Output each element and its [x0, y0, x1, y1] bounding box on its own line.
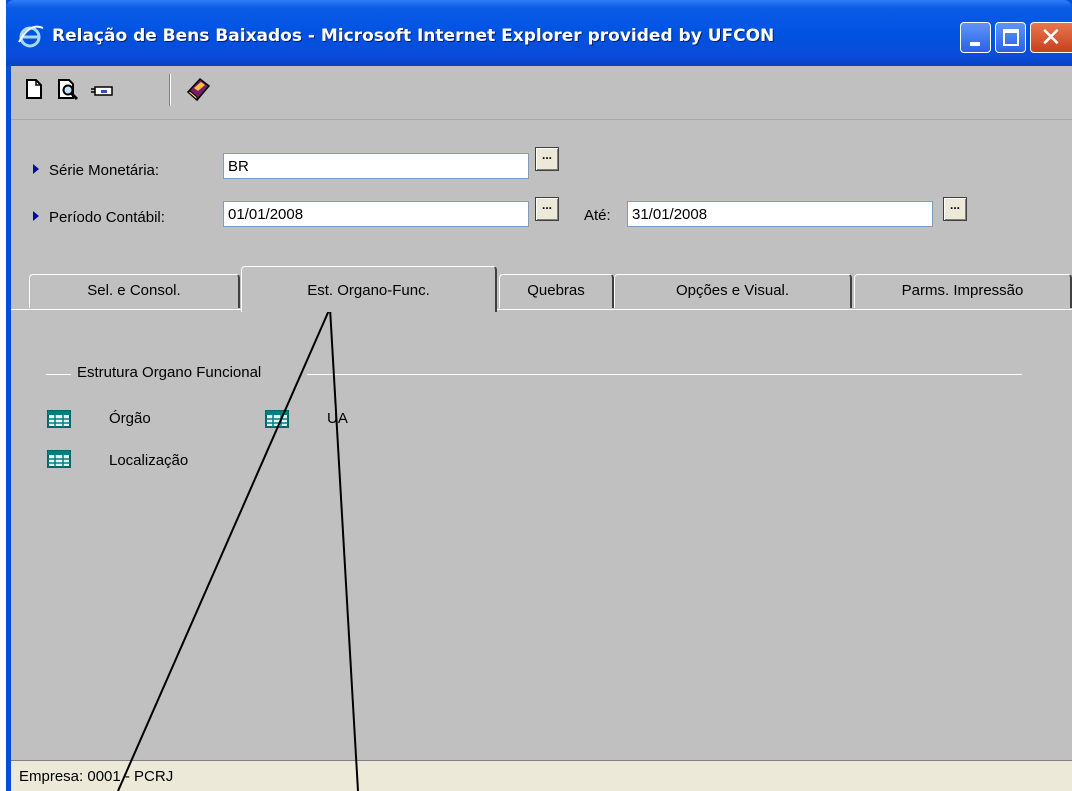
client-area: Série Monetária: BR ... Período Contábil…	[11, 66, 1072, 791]
table-grid-icon[interactable]	[265, 410, 289, 428]
print-icon[interactable]	[89, 76, 115, 102]
tab-panel-border	[11, 309, 1072, 310]
periodo-start-lookup-button[interactable]: ...	[535, 197, 559, 221]
group-divider	[307, 374, 1022, 375]
new-document-icon[interactable]	[21, 76, 47, 102]
group-divider	[46, 374, 71, 375]
serie-lookup-button[interactable]: ...	[535, 147, 559, 171]
periodo-end-field[interactable]: 31/01/2008	[627, 201, 933, 227]
row-marker-icon	[33, 211, 39, 221]
tab-est-organo-func[interactable]: Est. Organo-Func.	[241, 266, 497, 312]
ua-item-label[interactable]: UA	[327, 410, 348, 427]
internet-explorer-icon	[18, 25, 44, 48]
ate-label: Até:	[584, 207, 611, 224]
window-title: Relação de Bens Baixados - Microsoft Int…	[52, 26, 775, 46]
tab-opcoes-visual[interactable]: Opções e Visual.	[614, 274, 852, 308]
help-book-icon[interactable]	[183, 74, 213, 104]
group-title: Estrutura Organo Funcional	[73, 364, 266, 381]
toolbar	[11, 66, 1072, 120]
localizacao-item-label[interactable]: Localização	[109, 452, 188, 469]
toolbar-separator	[169, 74, 171, 106]
maximize-icon	[1003, 29, 1019, 46]
tab-parms-impressao[interactable]: Parms. Impressão	[854, 274, 1072, 308]
title-bar[interactable]: Relação de Bens Baixados - Microsoft Int…	[6, 0, 1072, 66]
close-icon: ✕	[1040, 23, 1062, 53]
tab-strip: Sel. e Consol. Est. Organo-Func. Quebras…	[29, 266, 1072, 312]
status-bar: Empresa: 0001 - PCRJ	[11, 760, 1072, 791]
browser-window: Relação de Bens Baixados - Microsoft Int…	[6, 0, 1072, 791]
maximize-button[interactable]	[995, 22, 1026, 53]
tab-quebras[interactable]: Quebras	[499, 274, 614, 308]
serie-monetaria-label: Série Monetária:	[49, 162, 160, 179]
tab-sel-consol[interactable]: Sel. e Consol.	[29, 274, 240, 308]
orgao-item-label[interactable]: Órgão	[109, 410, 151, 427]
table-grid-icon[interactable]	[47, 450, 71, 468]
print-preview-icon[interactable]	[55, 76, 81, 102]
close-button[interactable]: ✕	[1030, 22, 1072, 53]
periodo-start-field[interactable]: 01/01/2008	[223, 201, 529, 227]
periodo-end-lookup-button[interactable]: ...	[943, 197, 967, 221]
serie-monetaria-field[interactable]: BR	[223, 153, 529, 179]
minimize-icon	[970, 42, 980, 46]
minimize-button[interactable]	[960, 22, 991, 53]
periodo-contabil-label: Período Contábil:	[49, 209, 165, 226]
row-marker-icon	[33, 164, 39, 174]
table-grid-icon[interactable]	[47, 410, 71, 428]
